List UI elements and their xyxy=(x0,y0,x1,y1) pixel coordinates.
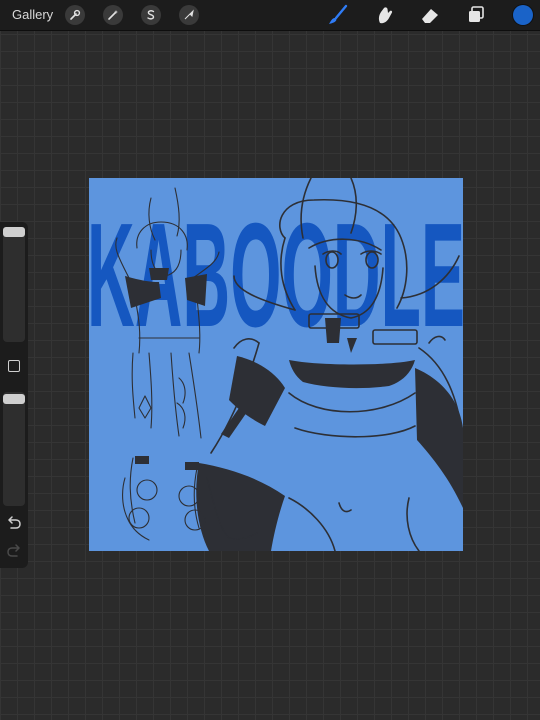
eraser-button[interactable] xyxy=(419,4,441,26)
selection-icon xyxy=(147,10,155,20)
brush-button[interactable] xyxy=(327,4,349,26)
adjustments-button[interactable] xyxy=(103,5,123,25)
top-toolbar: Gallery xyxy=(0,0,540,31)
color-swatch-button[interactable] xyxy=(513,5,533,25)
smudge-icon xyxy=(378,7,393,24)
selection-button[interactable] xyxy=(141,5,161,25)
brush-icon xyxy=(329,4,348,24)
eraser-icon xyxy=(422,9,438,23)
gallery-button[interactable]: Gallery xyxy=(12,7,53,22)
transform-button[interactable] xyxy=(179,5,199,25)
undo-icon[interactable] xyxy=(5,516,23,532)
layers-icon xyxy=(469,6,484,22)
left-sidebar xyxy=(0,222,28,568)
artwork: KABOODLE xyxy=(89,178,463,551)
redo-icon[interactable] xyxy=(5,544,23,560)
brush-size-slider-thumb[interactable] xyxy=(3,227,25,237)
modify-button[interactable] xyxy=(8,360,20,372)
magic-wand-icon xyxy=(108,10,118,20)
opacity-slider-thumb[interactable] xyxy=(3,394,25,404)
transform-arrow-icon xyxy=(184,9,194,20)
drawing-canvas[interactable]: KABOODLE xyxy=(89,178,463,551)
brush-size-slider[interactable] xyxy=(3,228,25,342)
layers-button[interactable] xyxy=(465,4,487,26)
wrench-icon xyxy=(70,9,81,20)
actions-button[interactable] xyxy=(65,5,85,25)
opacity-slider[interactable] xyxy=(3,392,25,506)
smudge-button[interactable] xyxy=(373,4,395,26)
